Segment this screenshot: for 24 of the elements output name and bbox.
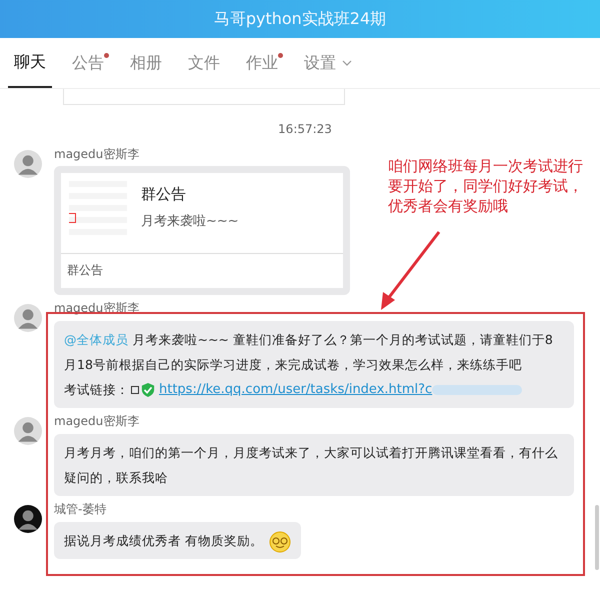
tab[interactable]: 设置 (298, 38, 358, 88)
link-label: 考试链接： (64, 381, 129, 399)
shield-icon (141, 382, 155, 398)
tab[interactable]: 公告 (66, 38, 110, 88)
tab[interactable]: 文件 (182, 38, 226, 88)
card-title: 群公告 (141, 185, 187, 204)
message-text: 据说月考成绩优秀者 有物质奖励。 (64, 528, 291, 553)
sender-name: 城管-萎特 (54, 501, 108, 518)
window-title: 马哥python实战班24期 (214, 8, 386, 30)
message-text: @全体成员 月考来袭啦~~~ 童鞋们准备好了么？第一个月的考试试题，请童鞋们于8月18号前根据自己的实际学习进度，来完成试卷，学习效果怎么样，来练练手吧 (64, 331, 554, 374)
square-icon (131, 386, 139, 394)
sender-name: magedu密斯李 (54, 413, 140, 430)
card-summary: 月考来袭啦~~~ (141, 213, 239, 230)
link[interactable]: https://ke.qq.com/user/tasks/index.html?c (159, 377, 432, 402)
scrollbar[interactable] (595, 505, 599, 570)
tab[interactable]: 聊天 (8, 38, 52, 88)
annotation-text: 咱们网络班每月一次考试进行要开始了，同学们好好考试，优秀者会有奖励哦 (388, 156, 584, 216)
sender-name: magedu密斯李 (54, 146, 140, 163)
tab[interactable]: 作业 (240, 38, 284, 88)
announcement-card[interactable]: 群公告 月考来袭啦~~~ 群公告 (54, 166, 350, 295)
timestamp: 16:57:23 (277, 122, 332, 136)
card-footer: 群公告 (61, 254, 343, 288)
tab[interactable]: 相册 (124, 38, 168, 88)
message-text: 月考月考，咱们的第一个月，月度考试来了，大家可以试着打开腾讯课堂看看，有什么疑问的，联系我哈 (64, 444, 559, 487)
